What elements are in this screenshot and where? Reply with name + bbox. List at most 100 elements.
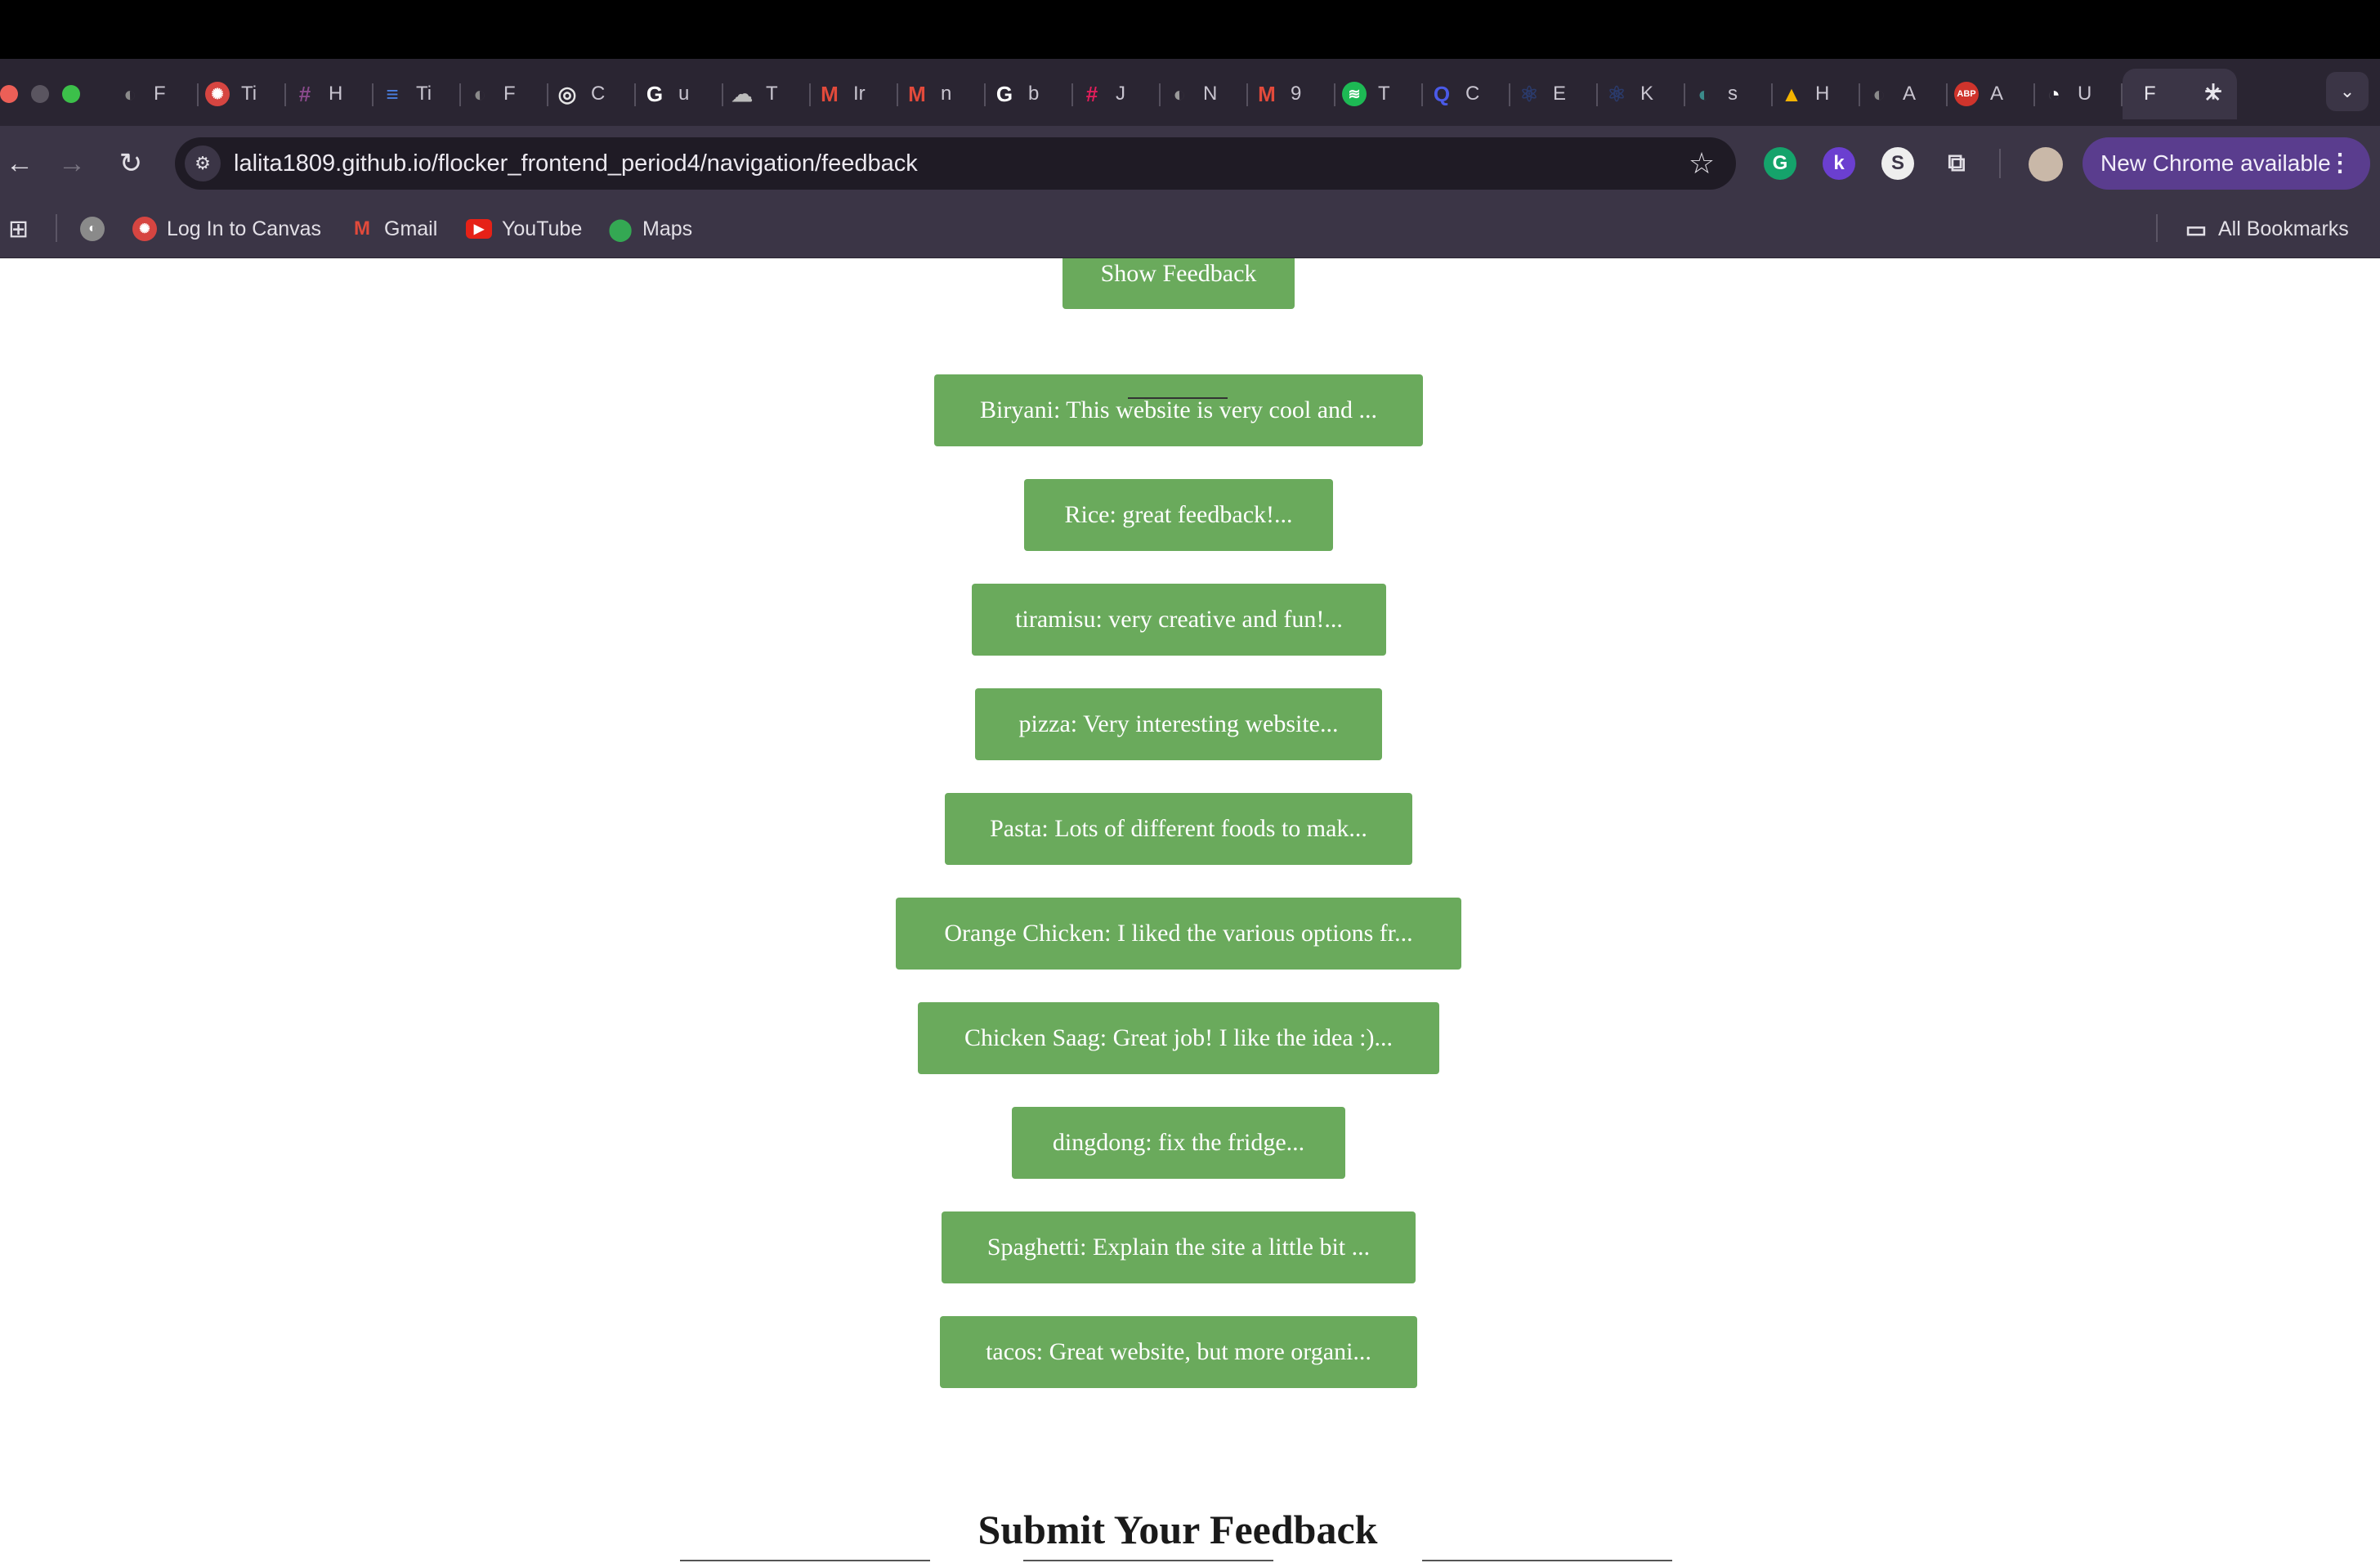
globe-bookmark-icon[interactable]: ◐ [80,214,114,244]
browser-tab[interactable]: ◐ F [111,69,199,119]
tab-search-button[interactable]: ⌄ [2326,72,2369,111]
all-bookmarks-label: All Bookmarks [2218,217,2349,240]
gmail-icon: M [821,81,839,106]
feedback-item-button[interactable]: Pasta: Lots of different foods to mak... [945,793,1412,865]
feedback-item-button[interactable]: tacos: Great website, but more organi... [940,1316,1417,1388]
bookmark-canvas[interactable]: ✺ Log In to Canvas [132,214,321,244]
browser-tab[interactable]: ◐ s [1685,69,1773,119]
adblock-icon: ABP [1954,82,1979,106]
decorative-line [1128,397,1228,399]
browser-tab[interactable]: ≡ Ti [374,69,461,119]
google-icon: G [995,81,1013,106]
bookmark-gmail[interactable]: M Gmail [350,214,437,244]
cloud-icon: ☁ [731,81,753,106]
browser-tab[interactable]: ◐ A [1860,69,1948,119]
slack-icon: # [298,81,311,106]
gmail-icon: M [354,217,370,240]
tab-list: ◐ F ✺ Ti # H ≡ Ti ◐ F ◎ C Gu ☁ T M Ir Mn Gb # J ◐ N M 9 ≋ T Q C ⚛ E ⚛ K ◐… [111,69,2237,119]
menu-kebab-icon[interactable]: ⋮ [2328,137,2352,190]
browser-tab[interactable]: ▲ H [1773,69,1860,119]
site-info-icon[interactable]: ⚙ [185,146,221,181]
maximize-window-button[interactable] [62,85,80,103]
form-field-border[interactable] [1023,1560,1273,1561]
tab-title: C [591,83,606,105]
browser-tab[interactable]: QC [1423,69,1510,119]
search-circle-icon: Q [1433,81,1451,106]
form-field-border[interactable] [680,1560,930,1561]
bookmark-label: Gmail [384,217,438,240]
feedback-item-button[interactable]: Chicken Saag: Great job! I like the idea… [918,1002,1439,1074]
browser-tab[interactable]: ⚛ E [1510,69,1598,119]
apps-grid-icon[interactable]: ⊞ [8,214,29,244]
browser-tab[interactable]: # H [286,69,374,119]
all-bookmarks-button[interactable]: ▭ All Bookmarks [2184,214,2349,244]
form-field-border[interactable] [1422,1560,1672,1561]
browser-tab[interactable]: M Ir [811,69,898,119]
profile-avatar[interactable] [2029,147,2063,181]
bookmark-label: Log In to Canvas [167,217,322,240]
url-text[interactable]: lalita1809.github.io/flocker_frontend_pe… [234,147,918,180]
maps-icon: ⬤ [608,216,633,241]
new-tab-button[interactable]: + [2197,74,2230,110]
browser-tab[interactable]: Gb [986,69,1073,119]
feedback-item-button[interactable]: Spaghetti: Explain the site a little bit… [942,1211,1416,1283]
new-chrome-available-button[interactable]: New Chrome available ⋮ [2082,137,2370,190]
feedback-item-button[interactable]: Rice: great feedback!... [1024,479,1333,551]
bookmarks-divider [2156,214,2158,242]
tab-title: T [1378,83,1390,105]
bookmarks-divider [56,214,57,242]
globe-icon: ◐ [123,81,136,106]
browser-tab[interactable]: ◐ F [461,69,548,119]
bookmark-youtube[interactable]: ▶ YouTube [466,214,582,244]
browser-tab[interactable]: ◎ C [548,69,636,119]
globe-icon: ◐ [473,81,486,106]
globe-icon: ◐ [1698,81,1711,106]
tab-title: E [1553,83,1567,105]
tab-title: A [1903,83,1917,105]
browser-tab[interactable]: Gu [636,69,723,119]
folder-icon: ▭ [2185,216,2208,242]
feedback-item-button[interactable]: tiramisu: very creative and fun!... [972,584,1386,656]
youtube-icon: ▶ [466,219,492,239]
feedback-item-button[interactable]: Biryani: This website is very cool and .… [934,374,1423,446]
minimize-window-button[interactable] [31,85,49,103]
openai-icon: ◎ [557,81,577,106]
s-extension-icon[interactable]: S [1881,147,1914,180]
react-icon: ⚛ [1607,81,1626,106]
browser-tab[interactable]: ◐ N [1161,69,1248,119]
extensions-puzzle-icon[interactable]: ⧉ [1940,147,1973,180]
gmail-icon: M [908,81,926,106]
grammarly-icon[interactable]: G [1764,147,1796,180]
react-icon: ⚛ [1519,81,1539,106]
reload-button[interactable]: ↻ [111,144,150,183]
kami-icon[interactable]: k [1823,147,1855,180]
browser-tab[interactable]: # J [1073,69,1161,119]
docs-icon: ≡ [386,81,399,106]
browser-tab[interactable]: ⚛ K [1598,69,1685,119]
tab-title: n [941,83,952,105]
show-feedback-button[interactable]: Show Feedback [1062,258,1295,309]
browser-tab[interactable]: ☁ T [723,69,811,119]
feedback-item-button[interactable]: Orange Chicken: I liked the various opti… [896,898,1461,970]
browser-tab[interactable]: ◔ U [2035,69,2123,119]
feedback-item-button[interactable]: pizza: Very interesting website... [975,688,1382,760]
forward-button[interactable]: → [52,144,92,183]
bookmark-maps[interactable]: ⬤ Maps [608,214,692,244]
tab-title: H [1815,83,1830,105]
tab-title: s [1728,83,1738,105]
browser-tab[interactable]: ABP A [1948,69,2035,119]
drive-icon: ▲ [1781,81,1802,106]
gmail-icon: M [1258,81,1276,106]
bookmark-star-icon[interactable]: ☆ [1682,144,1721,183]
browser-tab[interactable]: ✺ Ti [199,69,286,119]
canvas-icon: ✺ [205,82,230,106]
browser-tab[interactable]: ≋ T [1335,69,1423,119]
tab-title: K [1640,83,1654,105]
close-window-button[interactable] [0,85,18,103]
feedback-item-button[interactable]: dingdong: fix the fridge... [1012,1107,1345,1179]
browser-tab[interactable]: Mn [898,69,986,119]
browser-tab[interactable]: M9 [1248,69,1335,119]
back-button[interactable]: ← [0,144,39,183]
canvas-icon: ✺ [132,217,157,241]
submit-feedback-heading: Submit Your Feedback [978,1507,1378,1552]
